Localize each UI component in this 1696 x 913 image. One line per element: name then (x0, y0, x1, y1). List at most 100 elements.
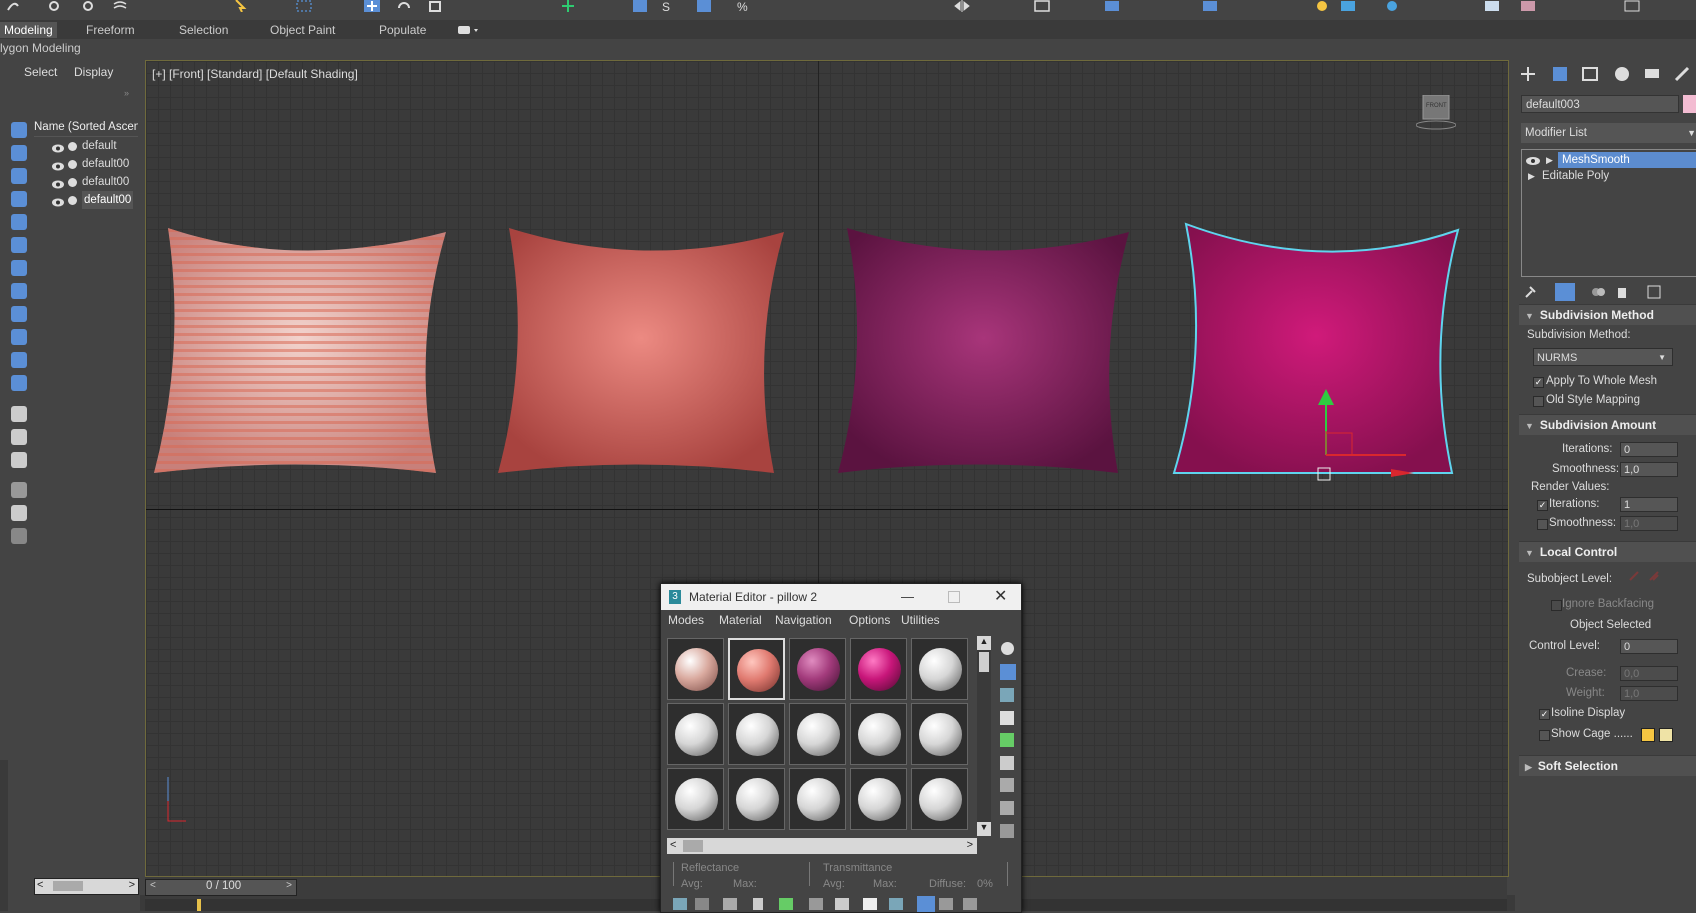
mirror-icon[interactable] (954, 0, 970, 12)
render-smoothness-checkbox[interactable] (1537, 519, 1548, 530)
utilities-tab-icon[interactable] (1673, 65, 1691, 83)
material-editor-icon[interactable] (1202, 0, 1218, 12)
modifier-list-dropdown[interactable]: Modifier List ▼ (1521, 123, 1696, 143)
background-icon[interactable] (1000, 688, 1014, 702)
unlink-icon[interactable] (80, 0, 96, 12)
material-slot-6[interactable] (667, 703, 724, 765)
freeze-dot-icon[interactable] (68, 178, 77, 187)
list-item[interactable]: default00 (34, 191, 138, 209)
ignore-backfacing-checkbox[interactable] (1551, 600, 1562, 611)
freeze-dot-icon[interactable] (68, 142, 77, 151)
scroll-up-icon[interactable]: ▲ (977, 636, 991, 650)
material-slot-13[interactable] (789, 768, 846, 830)
make-unique-icon[interactable] (779, 898, 793, 910)
list-item[interactable]: default00 (34, 173, 138, 191)
material-id-channel-icon[interactable] (835, 898, 849, 910)
workspace-icon[interactable] (1624, 0, 1640, 12)
material-slot-1[interactable] (667, 638, 724, 700)
layer-icon[interactable] (1034, 0, 1050, 12)
pillow-2[interactable] (498, 228, 784, 473)
scroll-thumb[interactable] (53, 881, 83, 891)
render-icon[interactable] (1384, 0, 1400, 12)
spinner-snap-icon[interactable]: S (660, 0, 676, 12)
material-slot-11[interactable] (667, 768, 724, 830)
display-hidden-icon[interactable] (11, 375, 27, 391)
control-level-spinner[interactable]: 0 (1620, 639, 1678, 654)
display-bones-icon[interactable] (11, 306, 27, 322)
go-forward-sibling-icon[interactable] (939, 898, 953, 910)
viewcube[interactable]: FRONT (1415, 94, 1457, 130)
pillow-1[interactable] (154, 228, 446, 473)
scroll-right-icon[interactable]: > (129, 879, 135, 891)
render-frame-icon[interactable] (1340, 0, 1356, 12)
show-shaded-material-icon[interactable] (863, 898, 877, 910)
create-tab-icon[interactable] (1519, 65, 1537, 83)
filter-icon[interactable] (11, 482, 27, 498)
percent-icon[interactable]: % (736, 0, 752, 12)
ribbon-options-icon[interactable] (458, 24, 480, 36)
visibility-eye-icon[interactable] (52, 141, 64, 155)
slots-hscrollbar[interactable]: < > (667, 838, 977, 854)
render-setup-icon[interactable] (1314, 0, 1330, 12)
rollout-local-control[interactable]: ▼ Local Control (1519, 541, 1696, 562)
display-shapes-icon[interactable] (11, 145, 27, 161)
display-lights-icon[interactable] (11, 168, 27, 184)
sample-uv-tiling-icon[interactable] (1000, 711, 1014, 725)
show-end-result-icon[interactable] (1555, 283, 1575, 301)
tab-populate[interactable]: Populate (375, 22, 430, 38)
menu-navigation[interactable]: Navigation (775, 613, 832, 627)
stack-item-editable-poly[interactable]: ▶ Editable Poly (1522, 168, 1696, 184)
motion-tab-icon[interactable] (1613, 65, 1631, 83)
bind-spacewarp-icon[interactable] (112, 0, 128, 12)
display-xrefs-icon[interactable] (11, 283, 27, 299)
render-smoothness-spinner[interactable]: 1,0 (1620, 516, 1678, 531)
display-spacewarps-icon[interactable] (11, 237, 27, 253)
reset-map-icon[interactable] (753, 898, 763, 910)
rollout-subdivision-amount[interactable]: ▼ Subdivision Amount (1519, 414, 1696, 435)
pick-material-icon[interactable] (963, 898, 977, 910)
make-unique-icon[interactable] (1591, 285, 1605, 302)
maximize-icon[interactable] (948, 591, 960, 603)
scroll-down-icon[interactable]: ▼ (977, 822, 991, 836)
explorer-tab-display[interactable]: Display (74, 65, 113, 79)
put-to-library-icon[interactable] (809, 898, 823, 910)
material-slot-10[interactable] (911, 703, 968, 765)
display-cameras-icon[interactable] (11, 191, 27, 207)
apply-whole-mesh-checkbox[interactable]: ✓ (1533, 377, 1544, 388)
sample-type-icon[interactable] (1001, 642, 1014, 655)
show-cage-checkbox[interactable] (1539, 730, 1550, 741)
explorer-tab-select[interactable]: Select (24, 65, 57, 79)
isoline-display-checkbox[interactable]: ✓ (1539, 709, 1550, 720)
display-tab-icon[interactable] (1643, 65, 1661, 83)
display-all-icon[interactable] (11, 406, 27, 422)
link-icon[interactable] (48, 0, 64, 12)
rollout-subdivision-method[interactable]: ▼ Subdivision Method (1519, 304, 1696, 325)
object-name-field[interactable]: default003 (1521, 95, 1679, 113)
undo-icon[interactable] (4, 0, 20, 12)
explorer-hscrollbar[interactable]: < > (34, 878, 139, 895)
material-slot-4[interactable] (850, 638, 907, 700)
cage-color-swatch-1[interactable] (1641, 728, 1655, 742)
move-icon[interactable] (364, 0, 380, 12)
expand-triangle-icon[interactable]: ▶ (1528, 168, 1535, 184)
explorer-column-header[interactable]: Name (Sorted Ascen (34, 118, 138, 137)
visibility-eye-icon[interactable] (52, 177, 64, 191)
select-object-icon[interactable] (232, 0, 248, 12)
weight-spinner[interactable]: 1,0 (1620, 686, 1678, 701)
display-geometry-icon[interactable] (11, 122, 27, 138)
material-slot-12[interactable] (728, 768, 785, 830)
list-item[interactable]: default00 (34, 155, 138, 173)
material-editor-titlebar[interactable]: 3 Material Editor - pillow 2 — ✕ (661, 584, 1021, 610)
visibility-eye-icon[interactable] (52, 159, 64, 173)
stack-item-meshsmooth[interactable]: ▶ MeshSmooth (1522, 152, 1696, 168)
go-to-parent-icon[interactable] (917, 896, 935, 912)
material-slot-2-active[interactable] (728, 638, 785, 700)
subdivision-method-select[interactable]: NURMS ▼ (1533, 348, 1673, 366)
find-icon[interactable] (11, 528, 27, 544)
freeze-dot-icon[interactable] (68, 196, 77, 205)
display-containers-icon[interactable] (11, 329, 27, 345)
assign-to-selection-icon[interactable] (723, 898, 737, 910)
slots-vscrollbar[interactable]: ▲ ▼ (977, 636, 991, 836)
iterations-spinner[interactable]: 0 (1620, 442, 1678, 457)
minimize-icon[interactable]: — (901, 584, 914, 610)
